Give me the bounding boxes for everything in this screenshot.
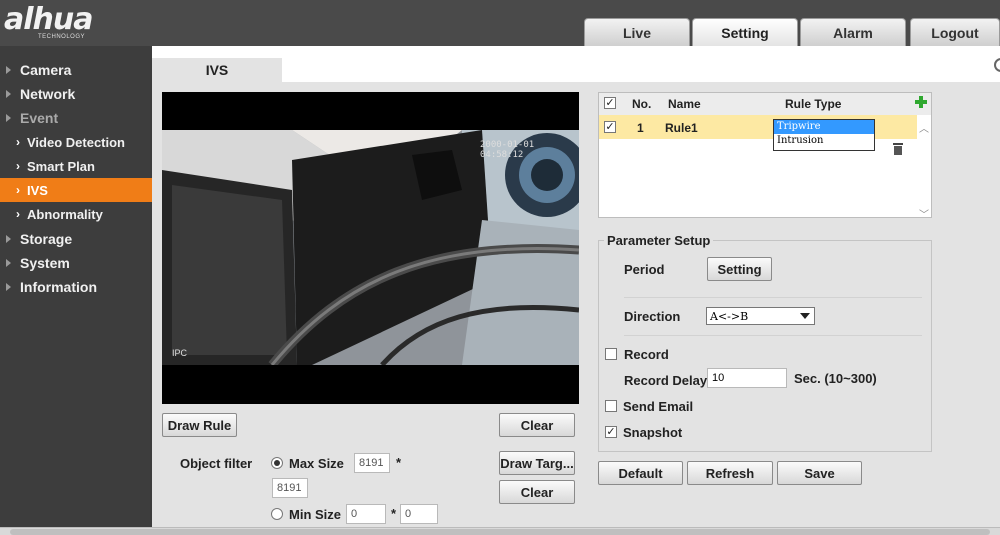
scroll-up-icon[interactable]: ︿	[919, 125, 929, 135]
expand-arrow-icon	[6, 235, 11, 243]
select-all-checkbox[interactable]: ✓	[604, 97, 616, 109]
save-button[interactable]: Save	[777, 461, 862, 485]
max-size-radio[interactable]	[271, 457, 283, 469]
sidebar-item-smart-plan[interactable]: › Smart Plan	[0, 154, 152, 178]
rule-type-option-tripwire[interactable]: Tripwire	[774, 120, 874, 134]
sidebar-item-label: Smart Plan	[27, 158, 95, 174]
delete-rule-icon[interactable]	[893, 143, 903, 155]
expand-arrow-icon	[6, 90, 11, 98]
sidebar-item-label: Camera	[20, 62, 72, 78]
logo-text: alhua	[4, 2, 93, 37]
sidebar-item-label: Video Detection	[27, 134, 126, 150]
rule-table-header: ✓ No. Name Rule Type	[599, 93, 931, 115]
record-delay-unit: Sec. (10~300)	[794, 371, 877, 386]
rule-number: 1	[637, 121, 644, 135]
sidebar-item-label: IVS	[27, 182, 48, 198]
brand-logo: alhua TECHNOLOGY	[4, 2, 134, 44]
send-email-label: Send Email	[623, 399, 694, 414]
min-size-label: Min Size	[289, 507, 342, 522]
expand-arrow-icon	[6, 66, 11, 74]
sidebar-item-label: Information	[20, 279, 97, 295]
direction-select[interactable]: A<->B	[706, 307, 815, 325]
times-symbol: *	[396, 455, 402, 470]
direction-value: A<->B	[710, 309, 749, 323]
sidebar-item-abnormality[interactable]: › Abnormality	[0, 202, 152, 226]
record-checkbox[interactable]	[605, 348, 617, 360]
sidebar: Camera Network Event › Video Detection › S…	[0, 46, 152, 535]
chevron-right-icon: ›	[16, 207, 20, 221]
rule-table-scrollbar[interactable]: ︿ ﹀	[917, 115, 931, 221]
chevron-right-icon: ›	[16, 183, 20, 197]
refresh-button[interactable]: Refresh	[687, 461, 773, 485]
video-channel-label: IPC	[172, 348, 188, 358]
parameter-setup-title: Parameter Setup	[604, 233, 714, 248]
row-checkbox[interactable]: ✓	[604, 121, 616, 133]
draw-rule-button[interactable]: Draw Rule	[162, 413, 237, 437]
snapshot-label: Snapshot	[623, 425, 683, 440]
record-delay-label: Record Delay	[624, 373, 708, 388]
clear-target-button[interactable]: Clear	[499, 480, 575, 504]
scrollbar-thumb[interactable]	[10, 529, 990, 535]
sidebar-item-storage[interactable]: Storage	[0, 227, 152, 251]
sidebar-item-event[interactable]: Event	[0, 106, 152, 130]
column-rule-type: Rule Type	[785, 97, 842, 111]
tab-alarm[interactable]: Alarm	[800, 18, 906, 46]
period-setting-button[interactable]: Setting	[707, 257, 772, 281]
top-bar: alhua TECHNOLOGY Live Setting Alarm Logo…	[0, 0, 1000, 46]
times-symbol: *	[391, 506, 397, 521]
sidebar-item-label: Event	[20, 110, 59, 126]
tab-live[interactable]: Live	[584, 18, 690, 46]
rule-table: ✓ No. Name Rule Type ✓ 1 Rule1 ︿ ﹀	[598, 92, 932, 221]
camera-frame-image	[162, 130, 579, 365]
sidebar-item-ivs[interactable]: › IVS	[0, 178, 152, 202]
sidebar-item-label: Network	[20, 86, 76, 102]
clear-rule-button[interactable]: Clear	[499, 413, 575, 437]
max-width-input[interactable]: 8191	[354, 453, 390, 473]
sidebar-item-camera[interactable]: Camera	[0, 58, 152, 82]
snapshot-checkbox[interactable]: ✓	[605, 426, 617, 438]
logo-subtitle: TECHNOLOGY	[38, 34, 86, 40]
sidebar-item-information[interactable]: Information	[0, 275, 152, 299]
object-filter-label: Object filter	[180, 456, 253, 471]
sidebar-item-system[interactable]: System	[0, 251, 152, 275]
min-width-input[interactable]: 0	[346, 504, 386, 524]
expand-arrow-icon	[6, 283, 11, 291]
video-timestamp: 2000-01-01 04:58:12	[480, 140, 535, 160]
tab-setting[interactable]: Setting	[692, 18, 798, 46]
period-label: Period	[624, 262, 665, 277]
send-email-checkbox[interactable]	[605, 400, 617, 412]
horizontal-scrollbar[interactable]	[0, 527, 1000, 535]
direction-label: Direction	[624, 309, 681, 324]
rule-type-option-intrusion[interactable]: Intrusion	[774, 134, 874, 148]
sidebar-item-label: System	[20, 255, 70, 271]
expand-arrow-icon	[6, 259, 11, 267]
tab-logout[interactable]: Logout	[910, 18, 1000, 46]
default-button[interactable]: Default	[598, 461, 683, 485]
expand-arrow-icon	[6, 114, 11, 122]
divider	[624, 297, 922, 298]
record-label: Record	[624, 347, 669, 362]
min-height-input[interactable]: 0	[400, 504, 438, 524]
column-no: No.	[632, 97, 652, 111]
max-size-label: Max Size	[289, 456, 344, 471]
page-tab-ivs[interactable]: IVS	[152, 58, 282, 82]
chevron-right-icon: ›	[16, 159, 20, 173]
max-height-input[interactable]: 8191	[272, 478, 308, 498]
scroll-down-icon[interactable]: ﹀	[919, 211, 929, 221]
record-delay-input[interactable]: 10	[707, 368, 787, 388]
video-preview[interactable]: 2000-01-01 04:58:12 IPC	[162, 92, 579, 404]
draw-target-button[interactable]: Draw Targ...	[499, 451, 575, 475]
column-name: Name	[668, 97, 701, 111]
add-rule-icon[interactable]	[915, 96, 927, 108]
chevron-right-icon: ›	[16, 135, 20, 149]
rule-name: Rule1	[665, 121, 698, 135]
min-size-radio[interactable]	[271, 508, 283, 520]
sidebar-item-network[interactable]: Network	[0, 82, 152, 106]
sidebar-item-video-detection[interactable]: › Video Detection	[0, 130, 152, 154]
chevron-down-icon	[800, 313, 810, 319]
rule-type-dropdown[interactable]: Tripwire Intrusion	[773, 119, 875, 151]
sidebar-item-label: Storage	[20, 231, 73, 247]
divider	[624, 335, 922, 336]
sidebar-item-label: Abnormality	[27, 206, 103, 222]
